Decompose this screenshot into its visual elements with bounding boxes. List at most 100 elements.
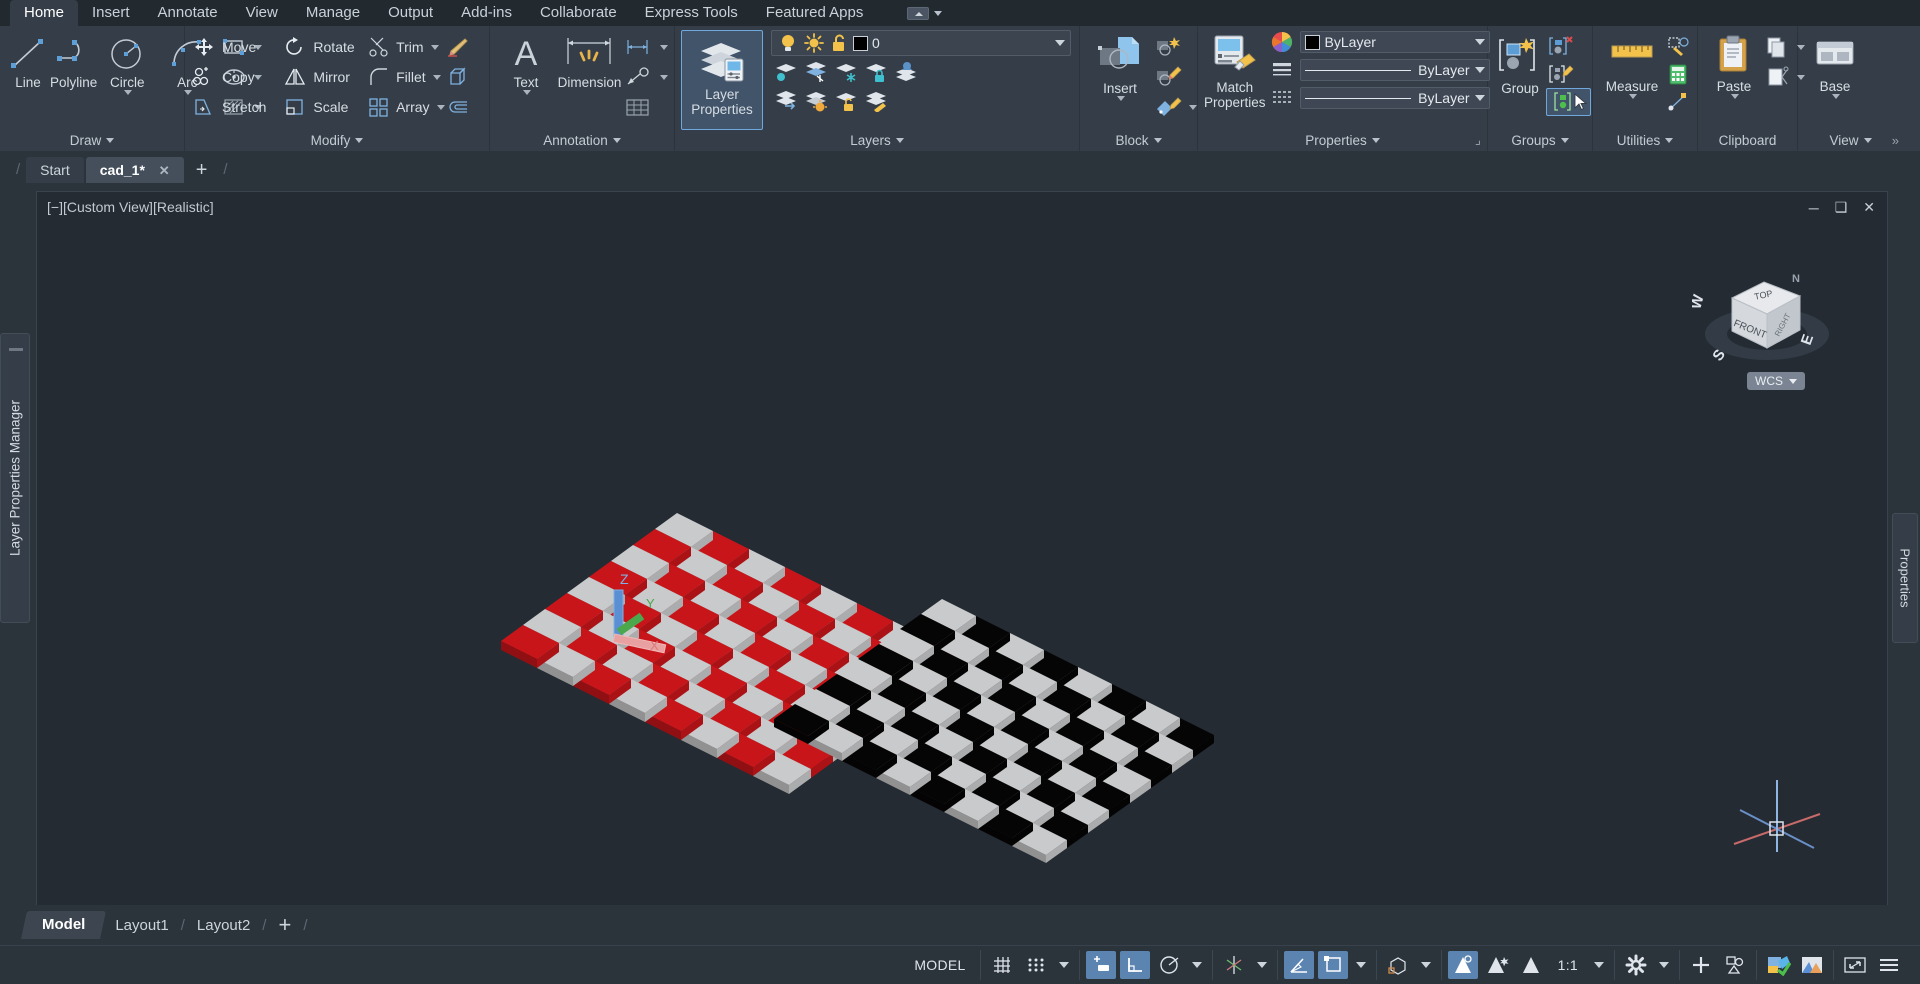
chevron-down-icon[interactable] xyxy=(1420,962,1431,968)
polar-tracking-button[interactable] xyxy=(1154,951,1184,979)
base-view-button[interactable]: Base xyxy=(1804,32,1866,94)
layer-unisolate-button[interactable] xyxy=(771,88,801,114)
chevron-down-icon[interactable] xyxy=(1594,962,1604,968)
current-layer-combo[interactable]: 0 xyxy=(771,30,1071,56)
object-color-swatch[interactable] xyxy=(1304,34,1320,50)
modify-scale-button[interactable]: Scale xyxy=(282,92,367,122)
chevron-down-icon[interactable] xyxy=(436,104,445,110)
chevron-down-icon[interactable] xyxy=(106,137,115,143)
panel-block-title[interactable]: Block xyxy=(1080,129,1197,151)
annotation-linear-dimension-button[interactable] xyxy=(623,32,668,62)
chevron-down-icon[interactable] xyxy=(432,74,441,80)
chevron-down-icon[interactable] xyxy=(612,137,621,143)
modify-trim-button[interactable]: Trim xyxy=(367,32,444,62)
chevron-down-icon[interactable] xyxy=(1665,137,1674,143)
id-point-button[interactable] xyxy=(1665,88,1691,116)
hardware-acceleration-button[interactable] xyxy=(1763,951,1793,979)
file-tab-cad1[interactable]: cad_1* ✕ xyxy=(85,157,184,183)
chevron-down-icon[interactable] xyxy=(1355,962,1366,968)
ribbon-minimize-group[interactable] xyxy=(907,0,943,26)
model-space-group[interactable]: MODEL xyxy=(900,950,981,980)
new-layout-button[interactable]: + xyxy=(266,912,303,938)
panel-modify-title[interactable]: Modify xyxy=(185,129,489,151)
panel-properties-title[interactable]: Properties ⌟ xyxy=(1198,129,1487,151)
chevron-down-icon[interactable] xyxy=(1191,962,1202,968)
block-create-button[interactable] xyxy=(1154,32,1197,62)
annotation-scale-label[interactable]: 1:1 xyxy=(1550,957,1586,973)
layer-color-swatch[interactable] xyxy=(853,35,868,51)
layer-make-current-button[interactable] xyxy=(891,59,921,85)
group-selection-toggle[interactable] xyxy=(1546,88,1591,116)
chevron-down-icon[interactable] xyxy=(660,44,668,50)
linetype-combo[interactable]: ByLayer xyxy=(1299,87,1490,109)
chevron-down-icon[interactable] xyxy=(1832,94,1840,99)
panel-groups-title[interactable]: Groups xyxy=(1488,129,1592,151)
layout-tab-model[interactable]: Model xyxy=(21,911,107,939)
layer-thaw-button[interactable] xyxy=(801,88,831,114)
visual-style-button[interactable] xyxy=(1383,951,1413,979)
chevron-down-icon[interactable] xyxy=(1629,94,1637,99)
add-tool-button[interactable] xyxy=(1686,951,1716,979)
navigation-axes-icon[interactable] xyxy=(1722,772,1832,862)
dynamic-input-button[interactable] xyxy=(1085,951,1116,979)
chevron-down-icon[interactable] xyxy=(1153,137,1162,143)
modify-explode-button[interactable] xyxy=(445,62,483,92)
chevron-down-icon[interactable] xyxy=(1659,962,1669,968)
chevron-down-icon[interactable] xyxy=(1371,137,1380,143)
ribbon-tab-insert[interactable]: Insert xyxy=(78,0,144,26)
draw-circle-button[interactable]: Circle xyxy=(97,32,157,90)
file-tab-start[interactable]: Start xyxy=(26,157,84,183)
panel-view-title[interactable]: View » xyxy=(1798,129,1903,151)
chevron-down-icon[interactable] xyxy=(1256,962,1267,968)
modify-fillet-button[interactable]: Fillet xyxy=(367,62,444,92)
layer-unlock-button[interactable] xyxy=(831,88,861,114)
ribbon-tab-collaborate[interactable]: Collaborate xyxy=(526,0,631,26)
annotation-monitor-button[interactable] xyxy=(1516,951,1546,979)
draw-circle-group[interactable]: Circle xyxy=(97,32,157,95)
workspace-switching-button[interactable] xyxy=(1621,951,1651,979)
measure-button[interactable]: Measure xyxy=(1599,32,1665,94)
measure-group[interactable]: Measure xyxy=(1599,32,1665,99)
modify-stretch-button[interactable]: Stretch xyxy=(191,92,282,122)
grid-display-button[interactable] xyxy=(987,951,1017,979)
modify-copy-button[interactable]: Copy xyxy=(191,62,282,92)
ribbon-tab-annotate[interactable]: Annotate xyxy=(144,0,232,26)
chevron-down-icon[interactable] xyxy=(1731,94,1739,99)
chevron-down-icon[interactable] xyxy=(1189,104,1197,110)
group-button[interactable]: Group xyxy=(1494,32,1546,96)
auto-scale-button[interactable] xyxy=(1482,951,1512,979)
coordinate-system-selector[interactable]: WCS xyxy=(1747,372,1805,390)
layer-lock-button[interactable] xyxy=(861,59,891,85)
panel-overflow-icon[interactable]: » xyxy=(1892,133,1899,148)
annotation-table-button[interactable] xyxy=(623,92,668,122)
panel-draw-title[interactable]: Draw xyxy=(0,129,184,151)
customization-button[interactable] xyxy=(1874,951,1904,979)
snap-mode-button[interactable] xyxy=(1021,951,1051,979)
ribbon-tab-manage[interactable]: Manage xyxy=(292,0,374,26)
layer-freeze-all-button[interactable] xyxy=(831,59,861,85)
new-file-tab-button[interactable]: + xyxy=(186,157,218,183)
chevron-down-icon[interactable] xyxy=(1474,95,1485,101)
ungroup-button[interactable] xyxy=(1546,32,1591,60)
chevron-down-icon[interactable] xyxy=(895,138,904,143)
ribbon-minimize-button[interactable] xyxy=(907,6,930,20)
annotation-dimension-button[interactable]: Dimension xyxy=(556,32,623,90)
ortho-mode-button[interactable] xyxy=(1119,951,1150,979)
panel-layers-title[interactable]: Layers xyxy=(675,130,1079,151)
chevron-down-icon[interactable] xyxy=(1789,378,1797,384)
panel-dialog-launcher-icon[interactable]: ⌟ xyxy=(1475,132,1481,148)
ribbon-tab-express-tools[interactable]: Express Tools xyxy=(631,0,752,26)
annotation-visibility-button[interactable] xyxy=(1447,951,1478,979)
modify-offset-button[interactable] xyxy=(445,92,483,122)
base-view-group[interactable]: Base xyxy=(1804,32,1866,99)
chevron-down-icon[interactable] xyxy=(1863,137,1872,143)
draw-polyline-button[interactable]: Polyline xyxy=(50,32,97,90)
object-color-combo[interactable]: ByLayer xyxy=(1299,31,1490,53)
modify-mirror-button[interactable]: Mirror xyxy=(282,62,367,92)
paste-button[interactable]: Paste xyxy=(1704,32,1764,94)
annotation-text-group[interactable]: A Text xyxy=(496,32,556,95)
group-edit-button[interactable] xyxy=(1546,60,1591,88)
property-lineweight-row[interactable]: ByLayer xyxy=(1270,58,1490,82)
property-color-row[interactable]: ByLayer xyxy=(1270,30,1490,54)
chevron-down-icon[interactable] xyxy=(124,90,133,95)
